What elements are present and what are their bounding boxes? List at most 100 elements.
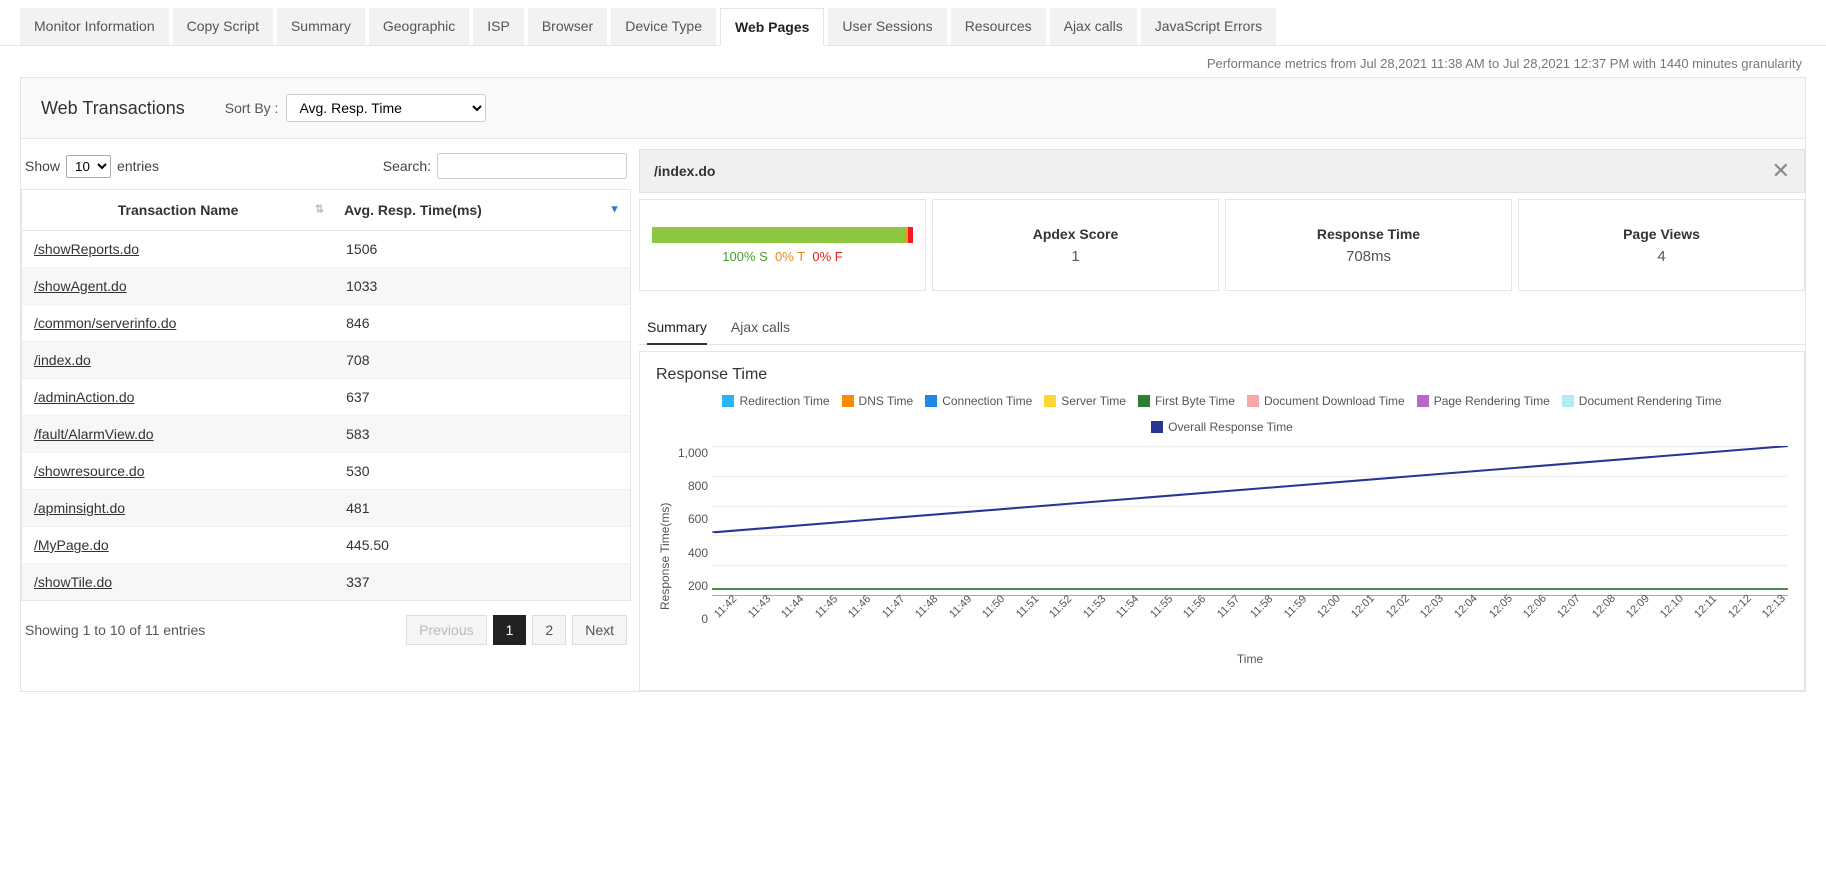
- pager-next[interactable]: Next: [572, 615, 627, 645]
- x-tick: 11:51: [1014, 593, 1041, 620]
- x-tick: 11:55: [1148, 593, 1175, 620]
- transaction-link[interactable]: /common/serverinfo.do: [34, 315, 176, 331]
- legend-swatch-icon: [722, 395, 734, 407]
- tab-ajax-calls[interactable]: Ajax calls: [1050, 8, 1137, 45]
- legend-swatch-icon: [1151, 421, 1163, 433]
- legend-item[interactable]: Overall Response Time: [1151, 420, 1293, 434]
- tab-summary[interactable]: Summary: [277, 8, 365, 45]
- tab-monitor-information[interactable]: Monitor Information: [20, 8, 169, 45]
- legend-item[interactable]: Server Time: [1044, 394, 1126, 408]
- x-tick: 12:04: [1452, 593, 1480, 621]
- column-transaction-name[interactable]: Transaction Name ⇅: [22, 190, 335, 231]
- tab-web-pages[interactable]: Web Pages: [720, 8, 824, 46]
- tab-isp[interactable]: ISP: [473, 8, 524, 45]
- show-label-post: entries: [117, 158, 159, 174]
- tab-copy-script[interactable]: Copy Script: [173, 8, 273, 45]
- tab-resources[interactable]: Resources: [951, 8, 1046, 45]
- legend-label: Redirection Time: [739, 394, 829, 408]
- show-entries-select[interactable]: 10: [66, 155, 111, 178]
- x-tick: 11:50: [980, 593, 1007, 620]
- x-tick: 12:10: [1658, 593, 1686, 621]
- detail-title: /index.do: [654, 163, 715, 179]
- legend-swatch-icon: [842, 395, 854, 407]
- legend-swatch-icon: [1044, 395, 1056, 407]
- subtab-summary[interactable]: Summary: [647, 311, 707, 345]
- legend-swatch-icon: [925, 395, 937, 407]
- transaction-link[interactable]: /showReports.do: [34, 241, 139, 257]
- table-row[interactable]: /showReports.do 1506: [22, 231, 631, 268]
- y-tick: 200: [688, 579, 708, 593]
- tab-browser[interactable]: Browser: [528, 8, 607, 45]
- column-avg-resp-time[interactable]: Avg. Resp. Time(ms) ▼: [334, 190, 630, 231]
- legend-item[interactable]: Redirection Time: [722, 394, 829, 408]
- legend-item[interactable]: DNS Time: [842, 394, 914, 408]
- legend-item[interactable]: Page Rendering Time: [1417, 394, 1550, 408]
- legend-label: Page Rendering Time: [1434, 394, 1550, 408]
- tab-device-type[interactable]: Device Type: [611, 8, 716, 45]
- x-tick: 11:54: [1114, 593, 1141, 620]
- table-row[interactable]: /adminAction.do637: [22, 379, 631, 416]
- transaction-link[interactable]: /showTile.do: [34, 574, 112, 590]
- legend-label: Document Download Time: [1264, 394, 1405, 408]
- legend-item[interactable]: Connection Time: [925, 394, 1032, 408]
- chart-title: Response Time: [656, 366, 1788, 384]
- tab-geographic[interactable]: Geographic: [369, 8, 469, 45]
- close-icon[interactable]: ✕: [1772, 160, 1790, 182]
- legend-swatch-icon: [1247, 395, 1259, 407]
- tab-user-sessions[interactable]: User Sessions: [828, 8, 946, 45]
- table-entries-info: Showing 1 to 10 of 11 entries: [25, 622, 205, 638]
- x-tick: 12:13: [1760, 593, 1788, 621]
- panel-title: Web Transactions: [41, 98, 185, 119]
- table-row[interactable]: /fault/AlarmView.do583: [22, 416, 631, 453]
- x-tick: 11:43: [746, 593, 773, 620]
- x-tick: 11:58: [1248, 593, 1275, 620]
- legend-label: First Byte Time: [1155, 394, 1235, 408]
- transaction-link[interactable]: /index.do: [34, 352, 91, 368]
- table-row[interactable]: /index.do 708: [22, 342, 631, 379]
- avg-resp-cell: 530: [334, 453, 630, 490]
- search-input[interactable]: [437, 153, 627, 179]
- x-tick: 12:07: [1555, 593, 1583, 621]
- legend-item[interactable]: First Byte Time: [1138, 394, 1235, 408]
- avg-resp-cell: 481: [334, 490, 630, 527]
- table-row[interactable]: /showTile.do 337: [22, 564, 631, 601]
- legend-swatch-icon: [1138, 395, 1150, 407]
- transaction-link[interactable]: /showresource.do: [34, 463, 145, 479]
- table-row[interactable]: /apminsight.do 481: [22, 490, 631, 527]
- x-tick: 12:03: [1418, 593, 1446, 621]
- x-tick: 12:06: [1521, 593, 1549, 621]
- transaction-link[interactable]: /apminsight.do: [34, 500, 125, 516]
- table-row[interactable]: /showAgent.do1033: [22, 268, 631, 305]
- legend-item[interactable]: Document Download Time: [1247, 394, 1405, 408]
- y-tick: 0: [701, 612, 708, 626]
- subtab-ajax-calls[interactable]: Ajax calls: [731, 311, 790, 344]
- y-tick: 600: [688, 512, 708, 526]
- transaction-link[interactable]: /adminAction.do: [34, 389, 134, 405]
- pager-previous[interactable]: Previous: [406, 615, 486, 645]
- transaction-link[interactable]: /MyPage.do: [34, 537, 109, 553]
- transaction-link[interactable]: /fault/AlarmView.do: [34, 426, 154, 442]
- table-row[interactable]: /showresource.do 530: [22, 453, 631, 490]
- legend-item[interactable]: Document Rendering Time: [1562, 394, 1722, 408]
- avg-resp-cell: 708: [334, 342, 630, 379]
- avg-resp-cell: 1506: [334, 231, 630, 268]
- transaction-link[interactable]: /showAgent.do: [34, 278, 127, 294]
- x-tick: 11:48: [913, 593, 940, 620]
- x-tick: 11:52: [1047, 593, 1074, 620]
- sort-by-select[interactable]: Avg. Resp. Time: [286, 94, 486, 122]
- tab-javascript-errors[interactable]: JavaScript Errors: [1141, 8, 1276, 45]
- x-tick: 12:01: [1349, 593, 1377, 621]
- x-tick: 12:11: [1692, 593, 1719, 620]
- x-tick: 12:09: [1624, 593, 1652, 621]
- x-tick: 12:05: [1487, 593, 1515, 621]
- avg-resp-cell: 337: [334, 564, 630, 601]
- avg-resp-cell: 846: [334, 305, 630, 342]
- table-row[interactable]: /MyPage.do445.50: [22, 527, 631, 564]
- x-tick: 11:45: [813, 593, 840, 620]
- table-row[interactable]: /common/serverinfo.do 846: [22, 305, 631, 342]
- x-tick: 12:00: [1315, 593, 1343, 621]
- x-tick: 11:56: [1181, 593, 1208, 620]
- legend-label: Server Time: [1061, 394, 1126, 408]
- pager-page-1[interactable]: 1: [493, 615, 527, 645]
- pager-page-2[interactable]: 2: [532, 615, 566, 645]
